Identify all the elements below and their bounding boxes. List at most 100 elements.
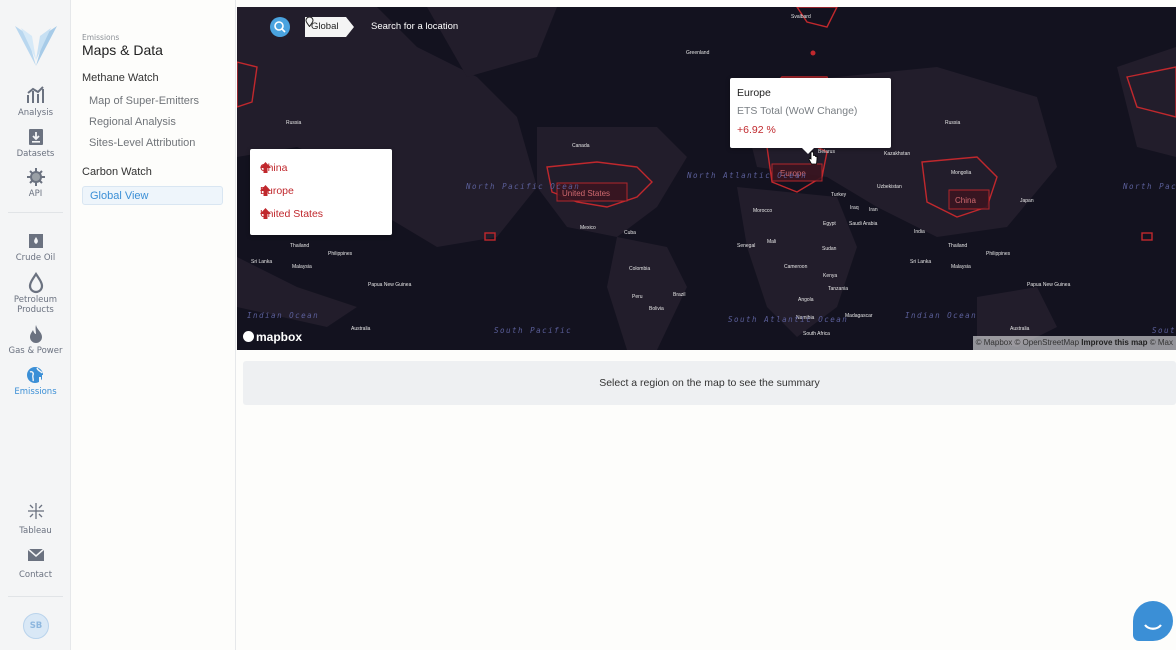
emissions-map[interactable]: Svalbard Greenland Russia Russia Canada … (237, 7, 1176, 350)
map-label: Kazakhstan (884, 151, 910, 157)
map-label: Bolivia (649, 306, 664, 312)
location-chip[interactable]: Global (305, 17, 356, 37)
map-label: Papua New Guinea (368, 282, 412, 288)
change-legend: China Europe United States (250, 149, 392, 235)
attribution-suffix[interactable]: © Max (1150, 338, 1173, 347)
rail-item-tableau[interactable]: Tableau (0, 500, 71, 536)
improve-map-link[interactable]: Improve this map (1081, 338, 1147, 347)
ocean-label: North Pacific Ocean (1122, 182, 1176, 191)
location-search-input[interactable]: Search for a location (371, 21, 458, 32)
map-label: Thailand (290, 243, 309, 249)
map-label: Malaysia (292, 264, 312, 270)
tooltip-metric: ETS Total (WoW Change) (737, 105, 858, 117)
map-label: India (914, 229, 925, 235)
map-label: Tanzania (828, 286, 848, 292)
region-summary-placeholder: Select a region on the map to see the su… (243, 361, 1176, 405)
map-label: Senegal (737, 243, 755, 249)
map-label: Iraq (850, 205, 859, 211)
rail-divider (8, 596, 63, 597)
map-label: Greenland (686, 50, 710, 56)
sub-navigation: Emissions Maps & Data Methane Watch Map … (71, 0, 236, 650)
ocean-label: North Atlantic Ocean (686, 171, 807, 180)
map-label: Mongolia (951, 170, 972, 176)
tooltip-value: +6.92 % (737, 124, 776, 136)
location-pin-icon (305, 17, 314, 27)
mail-icon (27, 548, 44, 561)
map-label: Thailand (948, 243, 967, 249)
map-label: Madagascar (845, 313, 873, 319)
rail-item-api[interactable]: API (0, 166, 71, 199)
rail-item-datasets[interactable]: Datasets (0, 126, 71, 159)
map-label: Sri Lanka (910, 259, 931, 265)
link-global-view[interactable]: Global View (82, 186, 223, 205)
crude-oil-icon (28, 234, 43, 248)
map-label: Colombia (629, 266, 650, 272)
map-label: Malaysia (951, 264, 971, 270)
map-label: Svalbard (791, 14, 811, 20)
ocean-label: South Atlantic Ocean (728, 315, 848, 324)
chat-icon (1144, 624, 1162, 630)
rail-label: Emissions (14, 387, 57, 397)
mapbox-logo[interactable]: mapbox (243, 330, 302, 344)
map-label: Cameroon (784, 264, 808, 270)
map-label: Mexico (580, 225, 596, 231)
rail-item-petroleum-products[interactable]: Petroleum Products (0, 272, 71, 315)
map-label: South Africa (803, 331, 830, 337)
location-chip-label: Global (311, 21, 339, 32)
legend-item-china[interactable]: China (260, 162, 287, 176)
map-label: Australia (1010, 326, 1030, 332)
map-label: Japan (1020, 198, 1034, 204)
attribution-text[interactable]: © Mapbox © OpenStreetMap (976, 338, 1079, 347)
map-label: Sri Lanka (251, 259, 272, 265)
ocean-label: Indian Ocean (247, 311, 319, 320)
map-label: Australia (351, 326, 371, 332)
region-tooltip: Europe ETS Total (WoW Change) +6.92 % (730, 78, 891, 154)
chat-launcher-button[interactable] (1133, 601, 1173, 641)
link-map-of-super-emitters[interactable]: Map of Super-Emitters (89, 95, 199, 107)
tableau-icon (27, 503, 44, 519)
datasets-icon (28, 129, 43, 145)
rail-item-gas-power[interactable]: Gas & Power (0, 323, 71, 356)
map-attribution: © Mapbox © OpenStreetMap Improve this ma… (972, 336, 1176, 350)
brand-logo-icon[interactable] (13, 24, 59, 68)
map-label: Philippines (986, 251, 1011, 257)
legend-item-europe[interactable]: Europe (260, 185, 294, 199)
rail-label: Contact (18, 570, 53, 580)
rail-label: API (28, 189, 43, 199)
map-label: Iran (869, 207, 878, 213)
group-carbon-watch: Carbon Watch (82, 166, 152, 178)
link-sites-level-attribution[interactable]: Sites-Level Attribution (89, 137, 195, 149)
analysis-icon (26, 86, 44, 103)
map-label: Uzbekistan (877, 184, 902, 190)
tooltip-region: Europe (737, 87, 771, 99)
api-icon (26, 168, 45, 186)
map-label: Saudi Arabia (849, 221, 878, 227)
gas-power-icon (29, 325, 42, 343)
rail-item-analysis[interactable]: Analysis (0, 85, 71, 118)
user-avatar[interactable]: SB (23, 613, 49, 639)
map-label: Angola (798, 297, 814, 303)
rail-item-contact[interactable]: Contact (0, 544, 71, 580)
legend-item-united-states[interactable]: United States (260, 208, 323, 222)
map-label: Papua New Guinea (1027, 282, 1071, 288)
ocean-label: Indian Ocean (905, 311, 977, 320)
arrow-up-icon (260, 162, 271, 173)
emissions-icon (26, 367, 44, 383)
rail-label: Crude Oil (15, 253, 56, 263)
search-button[interactable] (270, 17, 290, 37)
map-label: Brazil (673, 292, 686, 298)
link-regional-analysis[interactable]: Regional Analysis (89, 116, 176, 128)
map-label: Kenya (823, 273, 837, 279)
map-label: Sudan (822, 246, 837, 252)
page-title: Maps & Data (82, 42, 163, 58)
search-icon (274, 21, 286, 33)
rail-item-emissions[interactable]: Emissions (0, 364, 71, 397)
map-label: Russia (945, 120, 961, 126)
ocean-label: South Pacific (494, 326, 572, 335)
map-label: Philippines (328, 251, 353, 257)
arrow-up-icon (260, 208, 271, 219)
map-label: Turkey (831, 192, 847, 198)
rail-item-crude-oil[interactable]: Crude Oil (0, 230, 71, 263)
map-label: Peru (632, 294, 643, 300)
rail-label: Gas & Power (8, 346, 63, 356)
